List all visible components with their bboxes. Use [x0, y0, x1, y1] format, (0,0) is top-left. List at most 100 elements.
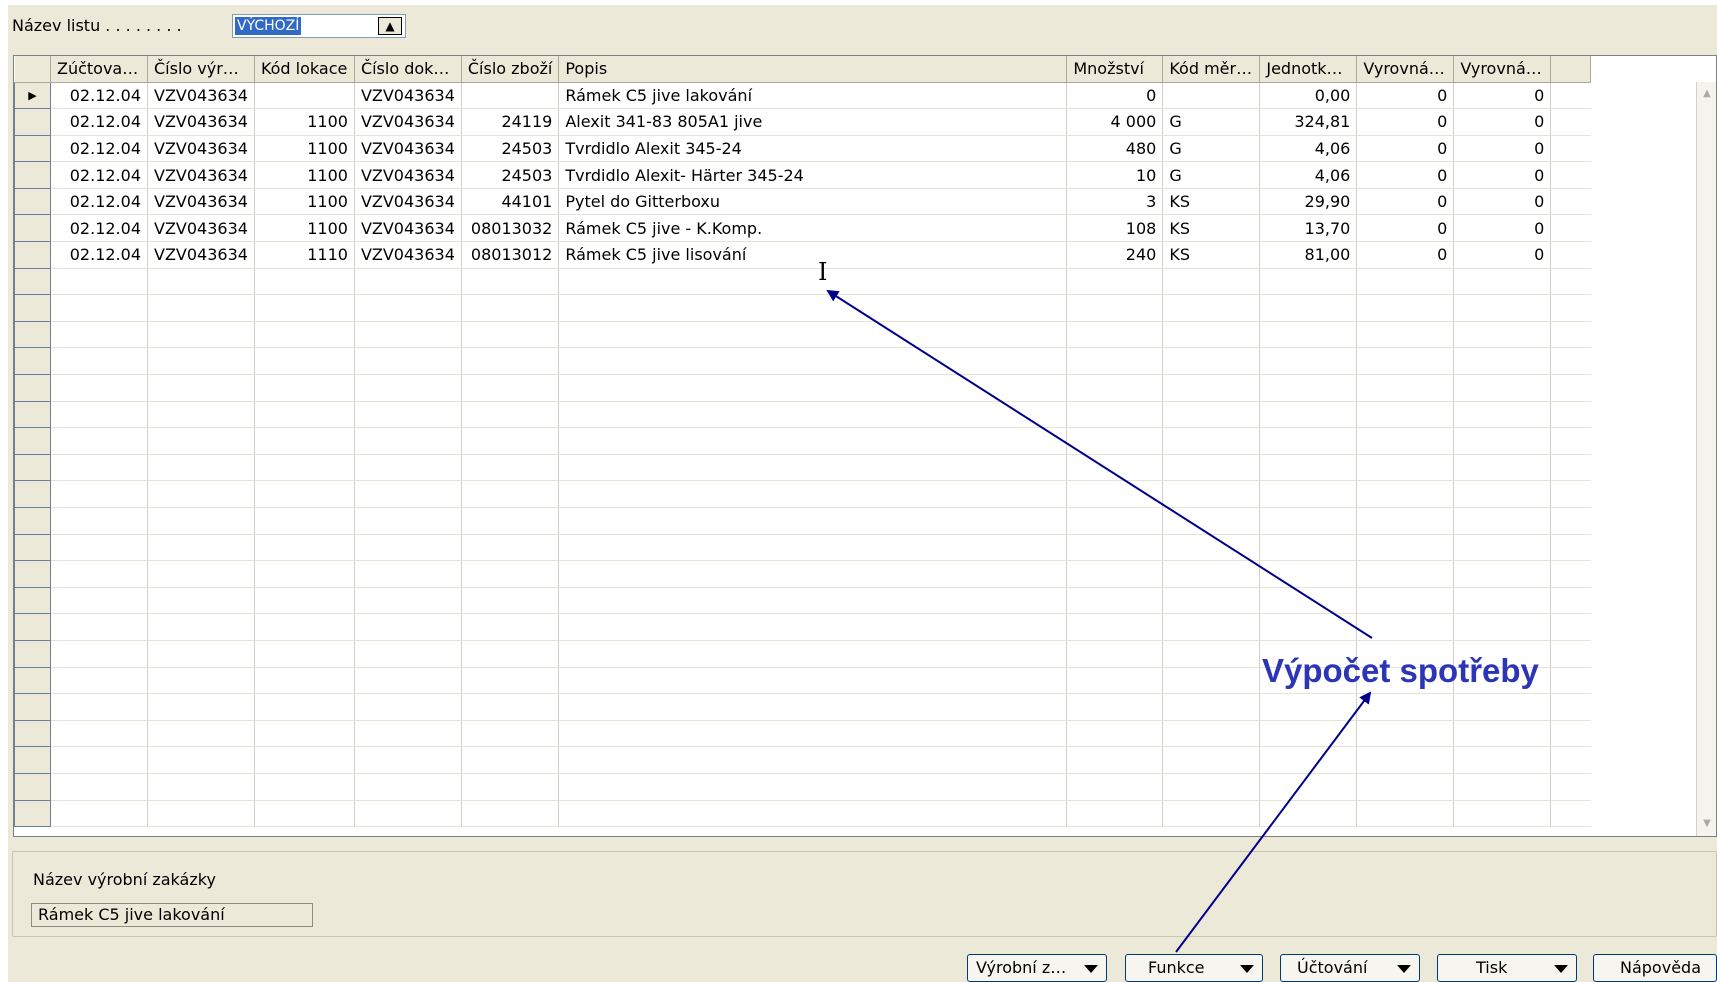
- table-cell[interactable]: [254, 268, 355, 296]
- table-cell[interactable]: [254, 693, 355, 721]
- table-cell[interactable]: [461, 347, 560, 376]
- table-cell[interactable]: 10: [1066, 161, 1164, 189]
- table-cell[interactable]: [354, 587, 462, 615]
- row-selector[interactable]: [14, 400, 51, 429]
- table-cell[interactable]: [1356, 720, 1455, 748]
- table-cell[interactable]: [254, 321, 355, 349]
- table-cell[interactable]: 0: [1356, 241, 1455, 269]
- column-header[interactable]: Číslo dok…: [354, 56, 462, 83]
- table-cell[interactable]: [147, 480, 255, 508]
- table-cell[interactable]: [50, 667, 148, 695]
- table-cell[interactable]: 0,00: [1259, 82, 1358, 110]
- table-cell[interactable]: [558, 294, 1068, 322]
- table-cell[interactable]: [1356, 534, 1455, 562]
- table-cell[interactable]: [147, 613, 255, 641]
- table-cell[interactable]: 0: [1453, 188, 1552, 216]
- empty-table-row[interactable]: [14, 267, 1591, 296]
- table-cell[interactable]: VZV043634: [354, 214, 462, 243]
- table-cell[interactable]: [50, 507, 148, 535]
- table-cell[interactable]: [354, 693, 462, 721]
- table-cell[interactable]: [147, 454, 255, 482]
- empty-table-row[interactable]: [14, 294, 1591, 322]
- column-header[interactable]: Číslo výr…: [147, 56, 255, 83]
- table-row[interactable]: 02.12.04 VZV043634 1100 VZV043634 24503 Tvrdi…: [14, 161, 1591, 189]
- table-cell[interactable]: [1162, 480, 1261, 508]
- row-selector[interactable]: [14, 533, 51, 562]
- table-cell[interactable]: [254, 347, 355, 376]
- table-cell[interactable]: [558, 640, 1068, 668]
- help-button[interactable]: Nápověda: [1593, 954, 1717, 982]
- table-cell[interactable]: [147, 374, 255, 402]
- table-cell[interactable]: 1100: [254, 135, 355, 163]
- table-cell[interactable]: [461, 268, 560, 296]
- row-selector[interactable]: [14, 799, 51, 828]
- table-cell[interactable]: [461, 667, 560, 695]
- empty-table-row[interactable]: [14, 400, 1591, 429]
- table-cell[interactable]: [461, 374, 560, 402]
- table-cell[interactable]: [354, 534, 462, 562]
- table-cell[interactable]: [254, 82, 355, 110]
- table-cell[interactable]: [558, 720, 1068, 748]
- table-cell[interactable]: 02.12.04: [50, 82, 148, 110]
- table-cell[interactable]: [461, 720, 560, 748]
- table-cell[interactable]: [1259, 401, 1358, 429]
- table-cell[interactable]: Alexit 341-83 805A1 jive: [558, 108, 1068, 136]
- table-cell[interactable]: [558, 667, 1068, 695]
- table-cell[interactable]: [1453, 347, 1552, 376]
- table-cell[interactable]: [254, 454, 355, 482]
- table-cell[interactable]: [1356, 560, 1455, 588]
- row-selector[interactable]: [14, 639, 51, 668]
- table-cell[interactable]: [354, 268, 462, 296]
- table-cell[interactable]: [1356, 268, 1455, 296]
- table-cell[interactable]: [461, 427, 560, 455]
- table-cell[interactable]: [1453, 693, 1552, 721]
- posting-button[interactable]: Účtování: [1280, 954, 1420, 982]
- column-header[interactable]: Vyrovná…: [1356, 56, 1455, 83]
- table-cell[interactable]: [1453, 507, 1552, 535]
- table-cell[interactable]: [147, 534, 255, 562]
- table-cell[interactable]: [1453, 294, 1552, 322]
- table-cell[interactable]: 0: [1066, 82, 1164, 110]
- table-cell[interactable]: [50, 268, 148, 296]
- table-cell[interactable]: [147, 294, 255, 322]
- table-cell[interactable]: [558, 507, 1068, 535]
- table-cell[interactable]: [558, 560, 1068, 588]
- table-cell[interactable]: [50, 800, 148, 828]
- table-cell[interactable]: [558, 374, 1068, 402]
- table-cell[interactable]: [50, 480, 148, 508]
- table-cell[interactable]: [50, 427, 148, 455]
- table-cell[interactable]: [1259, 587, 1358, 615]
- table-cell[interactable]: [147, 640, 255, 668]
- table-cell[interactable]: [50, 720, 148, 748]
- table-cell[interactable]: [1453, 720, 1552, 748]
- table-cell[interactable]: [147, 587, 255, 615]
- row-selector[interactable]: [14, 480, 51, 508]
- table-cell[interactable]: [1453, 613, 1552, 641]
- row-selector[interactable]: [14, 267, 51, 296]
- column-header[interactable]: Vyrovná…: [1453, 56, 1552, 83]
- journal-grid[interactable]: Zúčtova… Číslo výr… Kód lokace Číslo dok…: [13, 55, 1717, 837]
- table-cell[interactable]: [1162, 560, 1261, 588]
- table-cell[interactable]: [1356, 347, 1455, 376]
- table-cell[interactable]: Tvrdidlo Alexit- Härter 345-24: [558, 161, 1068, 189]
- row-selector[interactable]: ▶: [14, 81, 51, 110]
- table-cell[interactable]: [354, 800, 462, 828]
- table-cell[interactable]: VZV043634: [147, 82, 255, 110]
- table-cell[interactable]: [461, 773, 560, 801]
- row-selector[interactable]: [14, 161, 51, 189]
- table-cell[interactable]: [1162, 720, 1261, 748]
- table-cell[interactable]: [254, 560, 355, 588]
- table-cell[interactable]: 24503: [461, 161, 560, 189]
- table-cell[interactable]: [1066, 587, 1164, 615]
- table-cell[interactable]: 1100: [254, 214, 355, 243]
- table-cell[interactable]: [50, 693, 148, 721]
- table-cell[interactable]: [461, 640, 560, 668]
- table-cell[interactable]: [1356, 321, 1455, 349]
- table-cell[interactable]: [354, 454, 462, 482]
- table-cell[interactable]: [1259, 534, 1358, 562]
- table-cell[interactable]: [1066, 294, 1164, 322]
- table-cell[interactable]: VZV043634: [354, 161, 462, 189]
- table-cell[interactable]: [1356, 773, 1455, 801]
- table-cell[interactable]: VZV043634: [354, 241, 462, 269]
- table-cell[interactable]: [1453, 427, 1552, 455]
